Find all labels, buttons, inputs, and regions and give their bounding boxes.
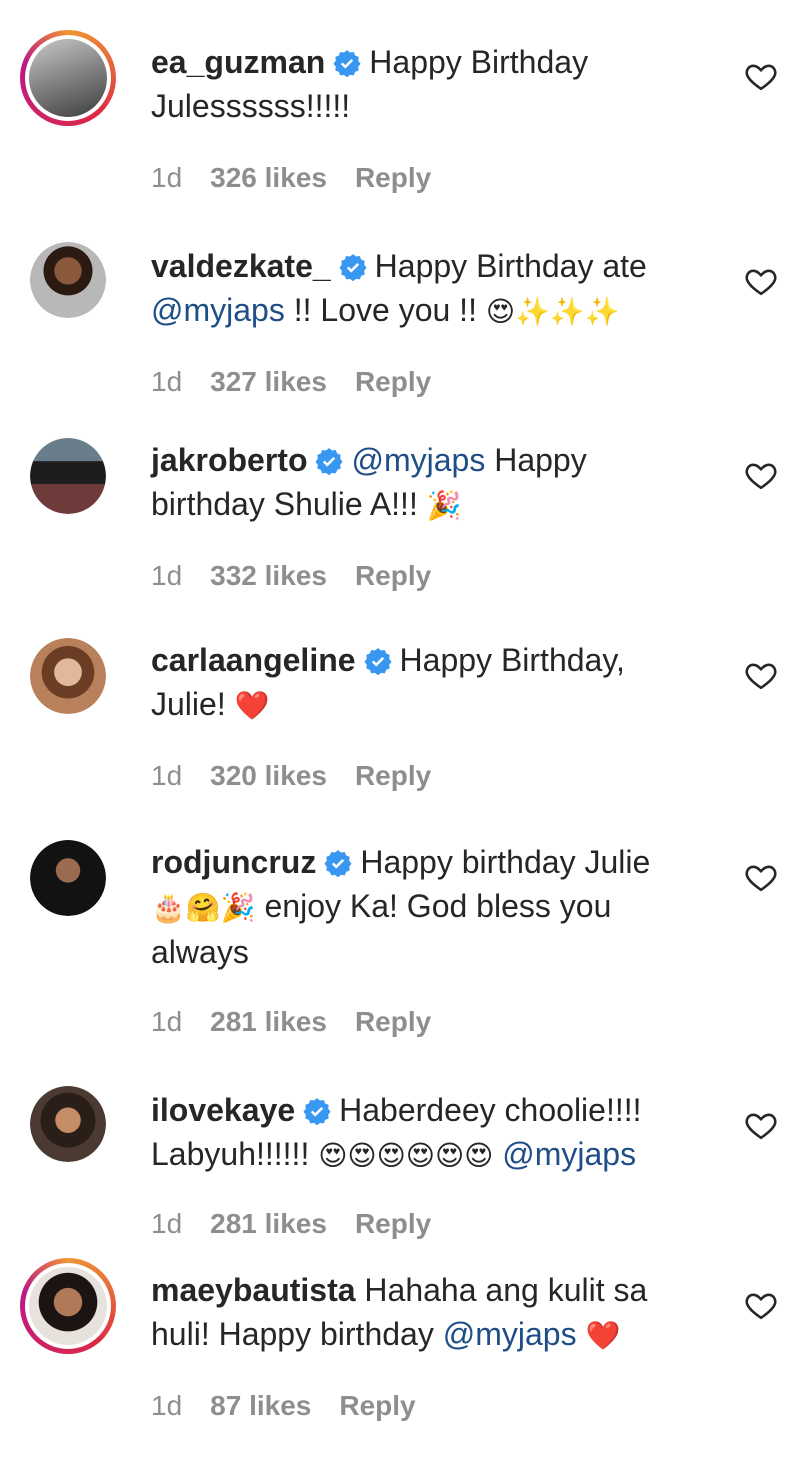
comment-body: enjoy Ka! God bless you <box>255 888 612 924</box>
emoji-text: 😍😍😍😍😍😍 <box>318 1139 494 1172</box>
mention-link[interactable]: @myjaps <box>151 292 285 328</box>
avatar[interactable] <box>30 638 106 714</box>
mention-link[interactable]: @myjaps <box>493 1136 636 1172</box>
comment-meta: 1d 327 likes Reply <box>151 366 459 398</box>
avatar[interactable] <box>30 438 106 514</box>
username[interactable]: carlaangeline <box>151 642 356 678</box>
reply-button[interactable]: Reply <box>355 1208 431 1239</box>
mention-link[interactable]: @myjaps <box>443 1316 577 1352</box>
likes-count[interactable]: 326 likes <box>210 162 327 193</box>
comment-body: always <box>151 934 249 970</box>
avatar[interactable] <box>20 1258 116 1354</box>
username[interactable]: jakroberto <box>151 442 307 478</box>
likes-count[interactable]: 327 likes <box>210 366 327 397</box>
likes-count[interactable]: 87 likes <box>210 1390 311 1421</box>
verified-badge-icon <box>315 448 344 475</box>
comment-meta: 1d 332 likes Reply <box>151 560 459 592</box>
verified-badge-icon <box>324 850 352 877</box>
heart-outline-icon[interactable] <box>744 1108 778 1142</box>
avatar[interactable] <box>20 30 116 126</box>
comment-meta: 1d 326 likes Reply <box>151 162 459 194</box>
likes-count[interactable]: 281 likes <box>210 1208 327 1239</box>
avatar[interactable] <box>30 242 106 318</box>
comment-body: Haberdeey choolie!!!! <box>339 1092 642 1128</box>
comment-text: maeybautista Hahaha ang kulit sa huli! H… <box>151 1268 721 1358</box>
reply-button[interactable]: Reply <box>355 162 431 193</box>
avatar[interactable] <box>30 840 106 916</box>
timestamp: 1d <box>151 1006 183 1037</box>
likes-count[interactable]: 320 likes <box>210 760 327 791</box>
heart-outline-icon[interactable] <box>744 860 778 894</box>
avatar[interactable] <box>30 1086 106 1162</box>
heart-outline-icon[interactable] <box>744 1288 778 1322</box>
comment-meta: 1d 87 likes Reply <box>151 1390 444 1422</box>
username[interactable]: ea_guzman <box>151 44 325 80</box>
comment-body: Julessssss!!!!! <box>151 88 351 124</box>
reply-button[interactable]: Reply <box>339 1390 415 1421</box>
reply-button[interactable]: Reply <box>355 560 431 591</box>
comment-body: Labyuh!!!!!! <box>151 1136 319 1172</box>
heart-outline-icon[interactable] <box>744 458 778 492</box>
verified-badge-icon <box>333 50 361 77</box>
timestamp: 1d <box>151 760 183 791</box>
heart-outline-icon[interactable] <box>744 264 778 298</box>
username[interactable]: rodjuncruz <box>151 844 316 880</box>
heart-outline-icon[interactable] <box>744 658 778 692</box>
emoji-text: ❤️ <box>576 1319 621 1352</box>
likes-count[interactable]: 332 likes <box>210 560 327 591</box>
emoji-text: 🎂🤗🎉 <box>151 891 256 924</box>
emoji-text: 😍✨✨✨ <box>485 295 620 328</box>
comment-meta: 1d 281 likes Reply <box>151 1006 459 1038</box>
comment-text: ea_guzman Happy Birthday Julessssss!!!!! <box>151 40 721 128</box>
emoji-text: ❤️ <box>234 689 270 722</box>
emoji-text: 🎉 <box>426 489 462 522</box>
username[interactable]: maeybautista <box>151 1272 356 1308</box>
comment-text: carlaangeline Happy Birthday, Julie! ❤️ <box>151 638 721 728</box>
timestamp: 1d <box>151 560 183 591</box>
timestamp: 1d <box>151 1390 183 1421</box>
mention-link[interactable]: @myjaps <box>351 442 485 478</box>
comment-text: jakroberto @myjaps Happy birthday Shulie … <box>151 438 721 528</box>
comment-body: !! Love you !! <box>284 292 486 328</box>
timestamp: 1d <box>151 1208 183 1239</box>
comment-text: ilovekaye Haberdeey choolie!!!! Labyuh!!!… <box>151 1088 721 1178</box>
timestamp: 1d <box>151 162 183 193</box>
timestamp: 1d <box>151 366 183 397</box>
comment-text: valdezkate_ Happy Birthday ate @myjaps !!… <box>151 244 721 334</box>
heart-outline-icon[interactable] <box>744 59 778 93</box>
comment-body: Happy birthday Julie <box>360 844 651 880</box>
reply-button[interactable]: Reply <box>355 366 431 397</box>
comment-body: birthday Shulie A!!! <box>151 486 427 522</box>
verified-badge-icon <box>364 648 392 675</box>
verified-badge-icon <box>339 254 367 281</box>
comment-body: Happy <box>485 442 587 478</box>
comment-text: rodjuncruz Happy birthday Julie 🎂🤗🎉 enjoy… <box>151 840 721 974</box>
username[interactable]: ilovekaye <box>151 1092 295 1128</box>
username[interactable]: valdezkate_ <box>151 248 331 284</box>
comment-body: huli! Happy birthday <box>151 1316 443 1352</box>
reply-button[interactable]: Reply <box>355 1006 431 1037</box>
comment-body: Happy Birthday, <box>399 642 625 678</box>
likes-count[interactable]: 281 likes <box>210 1006 327 1037</box>
verified-badge-icon <box>303 1098 331 1125</box>
comment-meta: 1d 281 likes Reply <box>151 1208 459 1240</box>
comment-body: Hahaha ang kulit sa <box>355 1272 648 1308</box>
comment-body: Julie! <box>151 686 235 722</box>
comment-meta: 1d 320 likes Reply <box>151 760 459 792</box>
comment-body: Happy Birthday <box>369 44 589 80</box>
comment-body: Happy Birthday ate <box>374 248 647 284</box>
reply-button[interactable]: Reply <box>355 760 431 791</box>
